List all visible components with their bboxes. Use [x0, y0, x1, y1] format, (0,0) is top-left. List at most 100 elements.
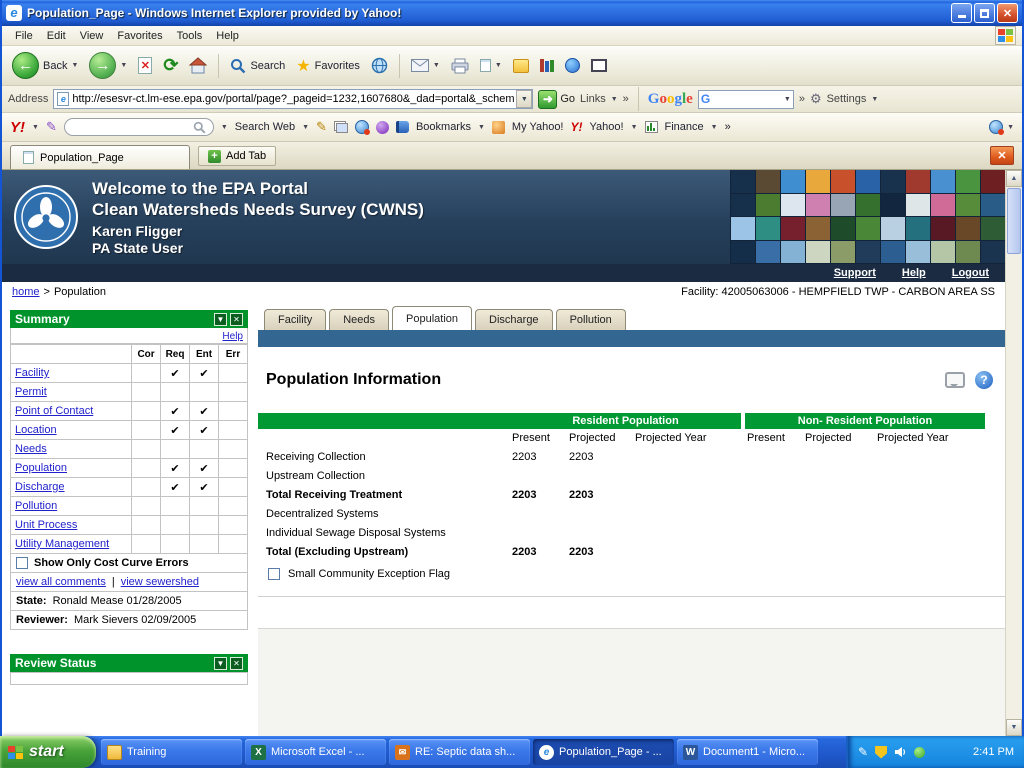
history-button[interactable]	[367, 55, 392, 76]
sidebar-link-location[interactable]: Location	[15, 424, 57, 436]
search-web-chevron-icon[interactable]: ▼	[302, 124, 309, 131]
summary-collapse-icon[interactable]: ▼	[214, 313, 227, 326]
mail-chevron-icon[interactable]: ▼	[433, 62, 440, 69]
scroll-down-icon[interactable]: ▼	[1006, 719, 1022, 736]
tray-status-icon[interactable]	[914, 747, 925, 758]
add-tab-button[interactable]: + Add Tab	[198, 146, 276, 166]
address-input[interactable]: e http://esesvr-ct.lm-ese.epa.gov/portal…	[53, 89, 533, 109]
close-button[interactable]: ✕	[997, 3, 1018, 23]
view-all-comments-link[interactable]: view all comments	[16, 576, 106, 588]
scroll-up-icon[interactable]: ▲	[1006, 170, 1022, 187]
address-dropdown-icon[interactable]: ▼	[516, 90, 532, 108]
go-button[interactable]: ➜ Go	[538, 90, 575, 109]
restore-button[interactable]	[974, 3, 995, 23]
tab-pollution[interactable]: Pollution	[556, 309, 626, 330]
forward-chevron-icon[interactable]: ▼	[120, 62, 127, 69]
support-link[interactable]: Support	[834, 267, 876, 279]
back-chevron-icon[interactable]: ▼	[71, 62, 78, 69]
vertical-scrollbar[interactable]: ▲ ▼	[1005, 170, 1022, 736]
pencil-icon[interactable]: ✎	[46, 119, 57, 135]
tray-pencil-icon[interactable]: ✎	[858, 746, 868, 758]
my-yahoo-button[interactable]: My Yahoo!	[512, 121, 564, 133]
menu-favorites[interactable]: Favorites	[110, 28, 169, 44]
yahoo-apps-icon[interactable]	[376, 121, 389, 134]
menu-help[interactable]: Help	[209, 28, 246, 44]
refresh-button[interactable]: ⟳	[159, 53, 182, 78]
yahoo-search-input[interactable]	[64, 118, 214, 136]
logout-link[interactable]: Logout	[952, 267, 989, 279]
menu-edit[interactable]: Edit	[40, 28, 73, 44]
mail-button[interactable]: ▼	[407, 57, 444, 74]
review-status-collapse-icon[interactable]: ▼	[214, 657, 227, 670]
view-sewershed-link[interactable]: view sewershed	[121, 576, 199, 588]
sidebar-link-utility-management[interactable]: Utility Management	[15, 538, 109, 550]
finance-button[interactable]: Finance	[665, 121, 704, 133]
yahoo-search-dropdown-icon[interactable]: ▼	[221, 124, 228, 131]
home-button[interactable]	[185, 55, 211, 76]
search-button[interactable]: Search	[226, 56, 289, 76]
browser-tab-population-page[interactable]: Population_Page	[10, 145, 190, 169]
volume-icon[interactable]	[894, 746, 907, 758]
task-training[interactable]: Training	[101, 739, 242, 765]
favorites-button[interactable]: ★ Favorites	[292, 54, 364, 78]
yahoo-overflow-chevrons[interactable]: »	[725, 121, 731, 133]
google-dropdown-icon[interactable]: ▼	[784, 96, 791, 103]
sidebar-link-discharge[interactable]: Discharge	[15, 481, 65, 493]
back-button[interactable]: ← Back ▼	[8, 50, 82, 81]
summary-close-icon[interactable]: ✕	[230, 313, 243, 326]
links-label[interactable]: Links	[580, 93, 606, 105]
finance-chevron-icon[interactable]: ▼	[711, 124, 718, 131]
sidebar-link-pollution[interactable]: Pollution	[15, 500, 57, 512]
stop-button[interactable]: ✕	[134, 55, 156, 76]
help-link[interactable]: Help	[902, 267, 926, 279]
task-outlook-message[interactable]: ✉ RE: Septic data sh...	[389, 739, 530, 765]
small-community-exception-checkbox[interactable]	[268, 568, 280, 580]
sidebar-link-point-of-contact[interactable]: Point of Contact	[15, 405, 93, 417]
summary-help-link[interactable]: Help	[222, 331, 243, 342]
page-button[interactable]: ▼	[476, 57, 506, 74]
menu-file[interactable]: File	[8, 28, 40, 44]
settings-label[interactable]: Settings	[827, 93, 867, 105]
forward-button[interactable]: → ▼	[85, 50, 131, 81]
sidebar-link-facility[interactable]: Facility	[15, 367, 49, 379]
yahoo-logo-chevron-icon[interactable]: ▼	[32, 124, 39, 131]
yahoo-home-chevron-icon[interactable]: ▼	[631, 124, 638, 131]
yahoo-home-button[interactable]: Yahoo!	[590, 121, 624, 133]
task-word-document[interactable]: W Document1 - Micro...	[677, 739, 818, 765]
menu-tools[interactable]: Tools	[170, 28, 210, 44]
window-tabs-icon[interactable]	[334, 121, 348, 133]
page-chevron-icon[interactable]: ▼	[495, 62, 502, 69]
bookmarks-chevron-icon[interactable]: ▼	[478, 124, 485, 131]
tab-population[interactable]: Population	[392, 306, 472, 330]
google-search-input[interactable]: G ▼	[698, 90, 794, 109]
scrollbar-thumb[interactable]	[1007, 188, 1021, 254]
tray-shield-icon[interactable]	[875, 746, 887, 759]
breadcrumb-home-link[interactable]: home	[12, 286, 40, 298]
edit-button[interactable]	[509, 57, 533, 75]
sidebar-link-needs[interactable]: Needs	[15, 443, 47, 455]
fullscreen-button[interactable]	[587, 57, 611, 74]
highlighter-icon[interactable]: ✎	[316, 119, 327, 135]
sidebar-link-unit-process[interactable]: Unit Process	[15, 519, 77, 531]
minimize-button[interactable]	[951, 3, 972, 23]
tab-discharge[interactable]: Discharge	[475, 309, 553, 330]
tab-facility[interactable]: Facility	[264, 309, 326, 330]
page-help-icon[interactable]: ?	[975, 371, 993, 389]
bookmarks-button[interactable]: Bookmarks	[416, 121, 471, 133]
messenger-button[interactable]	[561, 56, 584, 75]
review-status-close-icon[interactable]: ✕	[230, 657, 243, 670]
search-web-button[interactable]: Search Web	[235, 121, 295, 133]
comment-icon[interactable]	[945, 372, 965, 388]
yahoo-logo[interactable]: Y!	[10, 119, 25, 136]
task-excel[interactable]: X Microsoft Excel - ...	[245, 739, 386, 765]
links-chevron-icon[interactable]: ▼	[611, 96, 618, 103]
google-overflow-chevrons[interactable]: »	[799, 93, 805, 105]
tab-needs[interactable]: Needs	[329, 309, 389, 330]
toolbar-close-button[interactable]: ✕	[990, 146, 1014, 165]
links-overflow-chevrons[interactable]: »	[623, 93, 629, 105]
task-population-page[interactable]: e Population_Page - ...	[533, 739, 674, 765]
sidebar-link-permit[interactable]: Permit	[15, 386, 47, 398]
start-button[interactable]: start	[0, 736, 96, 768]
web-globe-icon[interactable]	[355, 120, 369, 134]
research-button[interactable]	[536, 57, 558, 74]
